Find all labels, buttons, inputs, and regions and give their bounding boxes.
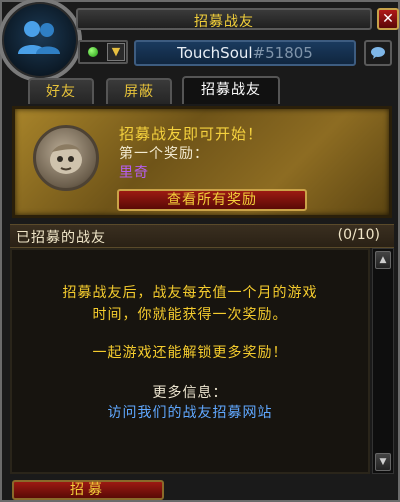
recruited-count: (0/10): [337, 227, 380, 243]
tab-friends[interactable]: 好友: [28, 78, 94, 104]
recruit-website-link[interactable]: 访问我们的战友招募网站: [12, 402, 368, 422]
info-message-line2: 时间，你就能获得一次奖励。: [92, 307, 288, 323]
friends-portrait: [0, 0, 82, 82]
info-message-line3: 一起游戏还能解锁更多奖励！: [92, 345, 288, 361]
tab-ignore[interactable]: 屏蔽: [106, 78, 172, 104]
battletag-number: #51805: [252, 44, 313, 62]
reward-panel: 招募战友即可开始！ 第一个奖励： 里奇 查看所有奖励: [12, 106, 392, 218]
down-arrow-icon: ▼: [111, 45, 121, 58]
recruited-friends-list: 招募战友后，战友每充值一个月的游戏 时间，你就能获得一次奖励。 一起游戏还能解锁…: [10, 248, 370, 474]
chat-bubble-icon: [371, 47, 385, 59]
online-dot-icon: [88, 47, 98, 57]
tab-recruit[interactable]: 招募战友: [182, 76, 280, 104]
battletag-name: TouchSoul: [177, 44, 253, 62]
first-reward-name[interactable]: 里奇: [119, 162, 149, 182]
scroll-down-icon: ▼: [379, 457, 387, 467]
recruit-a-friend-window: 招募战友 ✕ ▼ TouchSoul#51805 好友 屏蔽 招募战友 招募战友…: [0, 0, 400, 502]
recruited-friends-title: 已招募的战友: [16, 230, 106, 246]
list-scrollbar[interactable]: ▲ ▼: [372, 248, 394, 474]
tab-recruit-label: 招募战友: [201, 82, 261, 98]
title-bar[interactable]: 招募战友: [76, 8, 372, 30]
broadcast-button[interactable]: [364, 40, 392, 66]
tab-friends-label: 好友: [46, 84, 76, 100]
pet-portrait-icon: [50, 144, 82, 174]
scroll-down-button[interactable]: ▼: [375, 453, 391, 471]
first-reward-label: 第一个奖励：: [119, 146, 209, 162]
recruited-friends-header: 已招募的战友 (0/10): [10, 224, 394, 248]
battletag-display: TouchSoul#51805: [134, 40, 356, 66]
reward-headline: 招募战友即可开始！: [119, 125, 264, 143]
scroll-up-button[interactable]: ▲: [375, 251, 391, 269]
scroll-up-icon: ▲: [379, 255, 387, 265]
more-info-label: 更多信息：: [152, 385, 228, 401]
friends-icon: [18, 21, 60, 54]
recruit-button[interactable]: 招募: [12, 480, 164, 500]
window-title: 招募战友: [194, 14, 254, 30]
info-message-line1: 招募战友后，战友每充值一个月的游戏: [62, 285, 318, 301]
close-button[interactable]: ✕: [377, 8, 399, 30]
tab-ignore-label: 屏蔽: [124, 84, 154, 100]
status-selector[interactable]: ▼: [78, 40, 128, 64]
view-all-rewards-button[interactable]: 查看所有奖励: [117, 189, 307, 211]
reward-medal: [33, 125, 99, 191]
status-dropdown-button[interactable]: ▼: [107, 43, 125, 61]
close-icon: ✕: [382, 11, 394, 27]
